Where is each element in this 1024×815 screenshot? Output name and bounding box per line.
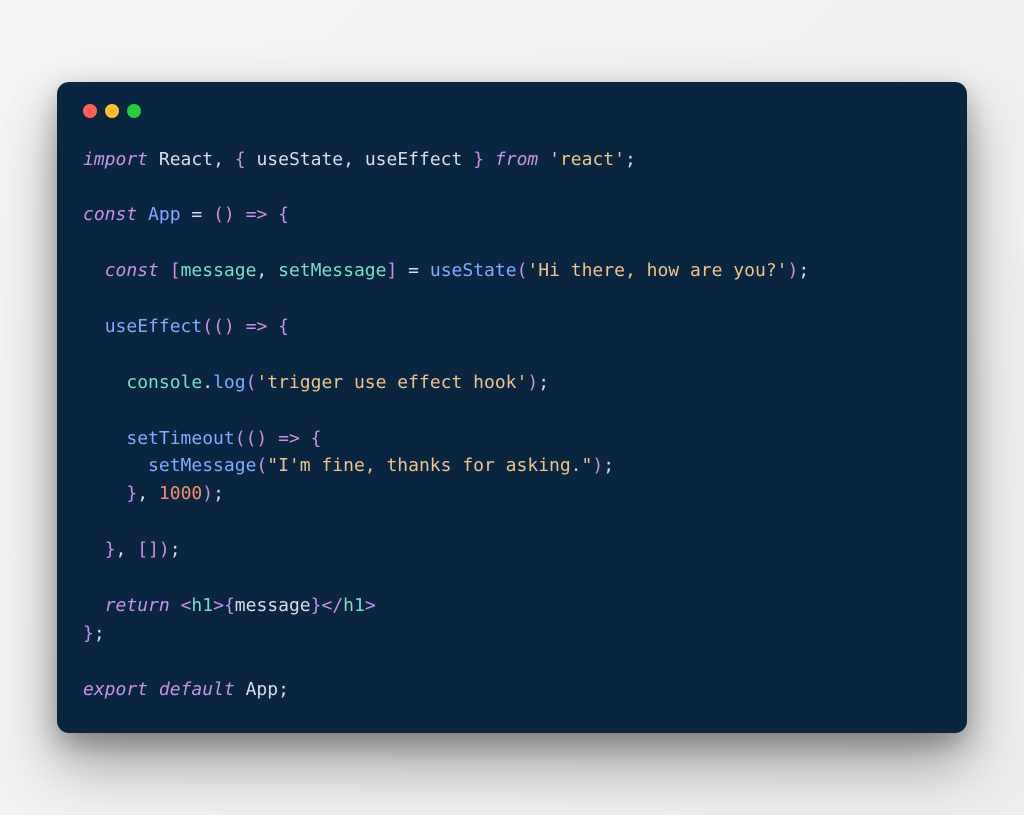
maximize-icon[interactable] [127,104,141,118]
keyword-default: default [159,679,235,700]
paren-close: ) [788,260,799,281]
code-block: import React, { useState, useEffect } fr… [83,146,941,704]
comma: , [343,149,354,170]
paren-close: ) [202,483,213,504]
ident-setmessage: setMessage [278,260,386,281]
paren-open: ( [256,455,267,476]
paren-close: ) [527,372,538,393]
string-react: 'react' [549,149,625,170]
dot: . [202,372,213,393]
paren-open: ( [246,428,257,449]
bracket-close: ] [386,260,397,281]
window-controls [83,104,941,118]
paren-open: ( [213,204,224,225]
angle-open: < [181,595,192,616]
number-delay: 1000 [159,483,202,504]
angle-close: > [213,595,224,616]
arrow: => [246,316,268,337]
paren-open: ( [517,260,528,281]
arrow: => [246,204,268,225]
comma: , [137,483,148,504]
semicolon: ; [94,623,105,644]
semicolon: ; [213,483,224,504]
call-usestate: useState [430,260,517,281]
keyword-const: const [105,260,159,281]
brace-close: } [105,539,116,560]
angle-close: > [365,595,376,616]
paren-close: ) [592,455,603,476]
ident-app: App [246,679,279,700]
semicolon: ; [170,539,181,560]
brace-open: { [278,204,289,225]
call-settimeout: setTimeout [126,428,234,449]
bracket-close: ] [148,539,159,560]
keyword-export: export [83,679,148,700]
equals: = [191,204,202,225]
call-setmessage: setMessage [148,455,256,476]
string-fine: "I'm fine, thanks for asking." [267,455,592,476]
tag-h1: h1 [191,595,213,616]
paren-close: ) [256,428,267,449]
angle-open: </ [321,595,343,616]
comma: , [213,149,224,170]
brace-close: } [311,595,322,616]
paren-close: ) [224,316,235,337]
string-initial: 'Hi there, how are you?' [527,260,787,281]
close-icon[interactable] [83,104,97,118]
arrow: => [278,428,300,449]
call-useeffect: useEffect [105,316,203,337]
ident-message: message [235,595,311,616]
comma: , [116,539,127,560]
paren-open: ( [246,372,257,393]
keyword-return: return [105,595,170,616]
paren-open: ( [213,316,224,337]
ident-console: console [126,372,202,393]
brace-open: { [278,316,289,337]
semicolon: ; [278,679,289,700]
semicolon: ; [625,149,636,170]
bracket-open: [ [170,260,181,281]
semicolon: ; [798,260,809,281]
tag-h1-close: h1 [343,595,365,616]
ident-usestate: useState [256,149,343,170]
keyword-const: const [83,204,137,225]
code-window: import React, { useState, useEffect } fr… [57,82,967,734]
ident-react: React [159,149,213,170]
brace-close: } [126,483,137,504]
brace-close: } [473,149,484,170]
semicolon: ; [603,455,614,476]
paren-close: ) [159,539,170,560]
brace-open: { [311,428,322,449]
comma: , [256,260,267,281]
paren-open: ( [235,428,246,449]
paren-open: ( [202,316,213,337]
ident-useeffect: useEffect [365,149,463,170]
ident-message: message [181,260,257,281]
paren-close: ) [224,204,235,225]
keyword-from: from [495,149,538,170]
method-log: log [213,372,246,393]
minimize-icon[interactable] [105,104,119,118]
keyword-import: import [83,149,148,170]
string-log: 'trigger use effect hook' [256,372,527,393]
ident-app: App [148,204,181,225]
equals: = [408,260,419,281]
semicolon: ; [538,372,549,393]
brace-close: } [83,623,94,644]
brace-open: { [224,595,235,616]
brace-open: { [235,149,246,170]
bracket-open: [ [137,539,148,560]
